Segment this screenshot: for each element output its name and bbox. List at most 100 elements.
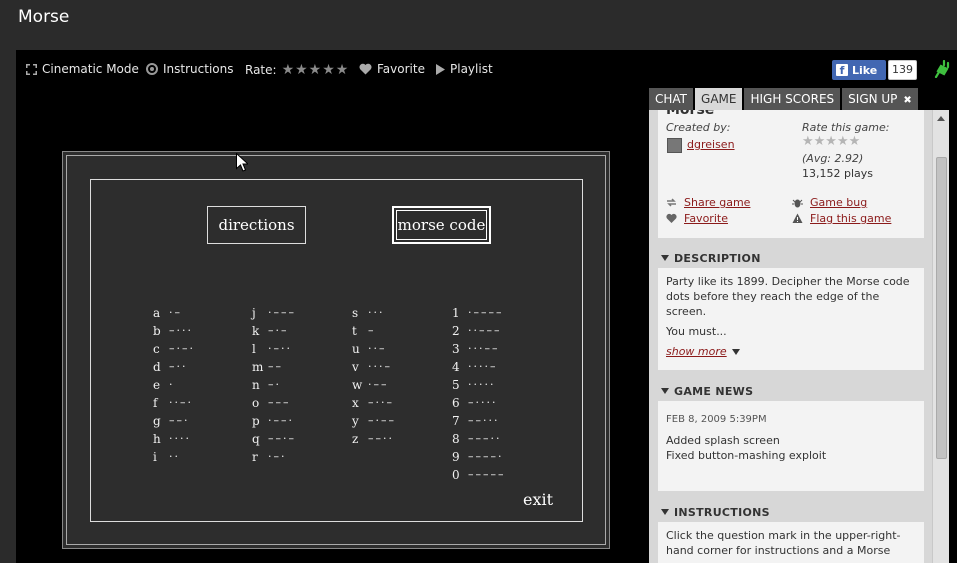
morse-entry: 7 ––···	[452, 412, 506, 430]
rate-stars[interactable]: ★★★★★	[282, 62, 350, 78]
scroll-up-arrow-icon[interactable]	[937, 116, 945, 121]
tab-high-scores[interactable]: HIGH SCORES	[744, 88, 841, 110]
morse-character: y	[352, 414, 359, 428]
morse-entry: 3 ···––	[452, 340, 506, 358]
morse-character: 7	[452, 414, 460, 428]
morse-character: q	[252, 432, 260, 446]
game-canvas[interactable]: directions morse code a ·– b –··· c –·–· d –·· e…	[62, 151, 610, 549]
morse-character: g	[153, 414, 161, 428]
morse-entry: 6 –····	[452, 394, 506, 412]
description-more: You must...	[666, 325, 727, 338]
news-line-1: Added splash screen	[666, 434, 780, 447]
game-info-panel: Morse Created by: dgreisen Rate this gam…	[649, 110, 949, 563]
morse-character: s	[352, 306, 359, 320]
mouse-cursor-icon	[236, 153, 248, 172]
sign-up-label: SIGN UP	[848, 92, 898, 106]
warning-icon	[792, 213, 803, 223]
rate-game-stars[interactable]: ★★★★★	[802, 134, 860, 149]
morse-entry: v ···–	[352, 358, 396, 376]
morse-entry: h ····	[153, 430, 195, 448]
morse-code-pattern: ···–	[368, 360, 392, 373]
game-news-heading: GAME NEWS	[674, 384, 754, 398]
morse-character: t	[352, 324, 357, 338]
news-date: FEB 8, 2009 5:39PM	[666, 414, 767, 425]
avatar[interactable]	[667, 138, 682, 153]
directions-button[interactable]: directions	[207, 206, 306, 244]
news-line-2: Fixed button-mashing exploit	[666, 449, 827, 462]
facebook-like-button[interactable]: f Like	[832, 60, 886, 80]
cinematic-mode-button[interactable]: Cinematic Mode	[26, 62, 139, 76]
fullscreen-icon	[26, 63, 37, 75]
playlist-button[interactable]: Playlist	[436, 62, 493, 76]
side-tabs: CHAT GAME HIGH SCORES SIGN UP ✖	[649, 88, 918, 110]
exit-button[interactable]: exit	[523, 490, 553, 509]
collapse-arrow-icon	[661, 388, 669, 394]
tab-sign-up[interactable]: SIGN UP ✖	[842, 88, 918, 110]
morse-character: 1	[452, 306, 460, 320]
author-link[interactable]: dgreisen	[687, 138, 735, 151]
favorite-label: Favorite	[377, 62, 425, 76]
morse-code-pattern: ––·–	[268, 432, 296, 445]
morse-entry: 8 –––··	[452, 430, 506, 448]
morse-code-label: morse code	[396, 210, 487, 240]
game-news-header[interactable]: GAME NEWS	[658, 381, 924, 401]
side-scrollbar[interactable]	[932, 110, 949, 563]
favorite-button[interactable]: Favorite	[359, 62, 425, 76]
cinematic-label: Cinematic Mode	[42, 62, 139, 76]
morse-character: w	[352, 378, 363, 392]
instructions-label: Instructions	[163, 62, 234, 76]
morse-character: i	[153, 450, 157, 464]
play-icon	[436, 63, 445, 75]
scrollbar-thumb[interactable]	[936, 157, 947, 459]
morse-code-pattern: ···––	[468, 342, 500, 355]
morse-character: 6	[452, 396, 460, 410]
share-icon	[667, 198, 676, 207]
close-icon[interactable]: ✖	[903, 90, 911, 112]
instructions-header[interactable]: INSTRUCTIONS	[658, 502, 924, 522]
tab-game[interactable]: GAME	[695, 88, 743, 110]
morse-character: d	[153, 360, 161, 374]
morse-code-pattern: ·–·	[268, 450, 287, 463]
show-more-link[interactable]: show more	[666, 344, 727, 359]
plug-icon[interactable]	[934, 60, 950, 78]
description-header[interactable]: DESCRIPTION	[658, 248, 924, 268]
morse-code-pattern: ··–––	[468, 324, 502, 337]
morse-entry: x –··–	[352, 394, 396, 412]
morse-entry: 1 ·––––	[452, 304, 506, 322]
morse-entry: e ·	[153, 376, 195, 394]
favorite-link[interactable]: Favorite	[684, 212, 728, 225]
morse-character: e	[153, 378, 161, 392]
morse-column-3: s ··· t – u ··– v ···– w ·–– x –··– y –·–– z ––··	[352, 304, 396, 448]
morse-code-button[interactable]: morse code	[392, 206, 491, 244]
morse-character: 4	[452, 360, 460, 374]
flag-game-link[interactable]: Flag this game	[810, 212, 891, 225]
morse-entry: p ·––·	[252, 412, 296, 430]
morse-character: v	[352, 360, 359, 374]
morse-entry: s ···	[352, 304, 396, 322]
morse-character: x	[352, 396, 359, 410]
description-text: Party like its 1899. Decipher the Morse …	[666, 275, 910, 318]
game-bug-link[interactable]: Game bug	[810, 196, 867, 209]
share-game-link[interactable]: Share game	[684, 196, 750, 209]
morse-column-1: a ·– b –··· c –·–· d –·· e · f ··–· g ––· h ···· i ··	[153, 304, 195, 466]
instructions-heading: INSTRUCTIONS	[674, 505, 770, 519]
morse-code-pattern: ––·	[169, 414, 190, 427]
morse-character: 9	[452, 450, 460, 464]
rate-this-label: Rate this game:	[802, 121, 890, 134]
morse-code-pattern: ·––––	[468, 306, 504, 319]
created-by-label: Created by:	[666, 121, 731, 134]
collapse-arrow-icon	[661, 509, 669, 515]
morse-character: 8	[452, 432, 460, 446]
morse-character: r	[252, 450, 258, 464]
morse-entry: i ··	[153, 448, 195, 466]
morse-entry: d –··	[153, 358, 195, 376]
instructions-button[interactable]: Instructions	[146, 62, 233, 76]
morse-entry: o –––	[252, 394, 296, 412]
lifebuoy-icon	[146, 63, 158, 75]
tab-chat[interactable]: CHAT	[649, 88, 694, 110]
morse-character: 2	[452, 324, 460, 338]
instructions-text: Click the question mark in the upper-rig…	[666, 529, 901, 557]
morse-code-pattern: ····	[169, 432, 191, 445]
morse-character: j	[252, 306, 256, 320]
morse-column-4: 1 ·–––– 2 ··––– 3 ···–– 4 ····– 5 ····· 6 –···· 7 ––·…	[452, 304, 506, 484]
